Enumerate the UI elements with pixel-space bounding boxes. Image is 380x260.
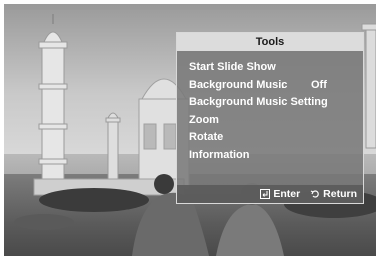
enter-hint[interactable]: Enter bbox=[260, 188, 300, 200]
menu-item-background-music-setting[interactable]: Background Music Setting bbox=[189, 94, 363, 112]
menu-item-label: Background Music Setting bbox=[189, 96, 328, 108]
return-icon bbox=[310, 190, 319, 198]
menu-item-rotate[interactable]: Rotate bbox=[189, 129, 363, 147]
tools-title: Tools bbox=[177, 33, 363, 51]
return-hint[interactable]: Return bbox=[310, 188, 357, 200]
tools-menu: Tools Start Slide Show Background Music … bbox=[176, 32, 364, 204]
menu-item-separator: : bbox=[281, 78, 285, 91]
menu-item-label: Start Slide Show bbox=[189, 61, 276, 73]
enter-icon bbox=[260, 189, 271, 199]
menu-item-background-music[interactable]: Background Music : Off bbox=[189, 77, 363, 95]
tools-menu-list: Start Slide Show Background Music : Off … bbox=[189, 59, 363, 164]
menu-item-start-slide-show[interactable]: Start Slide Show bbox=[189, 59, 363, 77]
enter-label: Enter bbox=[273, 188, 301, 200]
menu-item-zoom[interactable]: Zoom bbox=[189, 112, 363, 130]
tools-footer: Enter Return bbox=[177, 185, 363, 203]
background-music-value: Off bbox=[311, 78, 327, 91]
return-label: Return bbox=[323, 188, 357, 200]
menu-item-label: Background Music bbox=[189, 78, 288, 91]
menu-item-label: Information bbox=[189, 148, 250, 161]
menu-item-information[interactable]: Information bbox=[189, 147, 363, 165]
slideshow-screen: Tools Start Slide Show Background Music … bbox=[4, 4, 376, 256]
menu-item-label: Rotate bbox=[189, 131, 224, 143]
menu-item-label: Zoom bbox=[189, 113, 219, 126]
